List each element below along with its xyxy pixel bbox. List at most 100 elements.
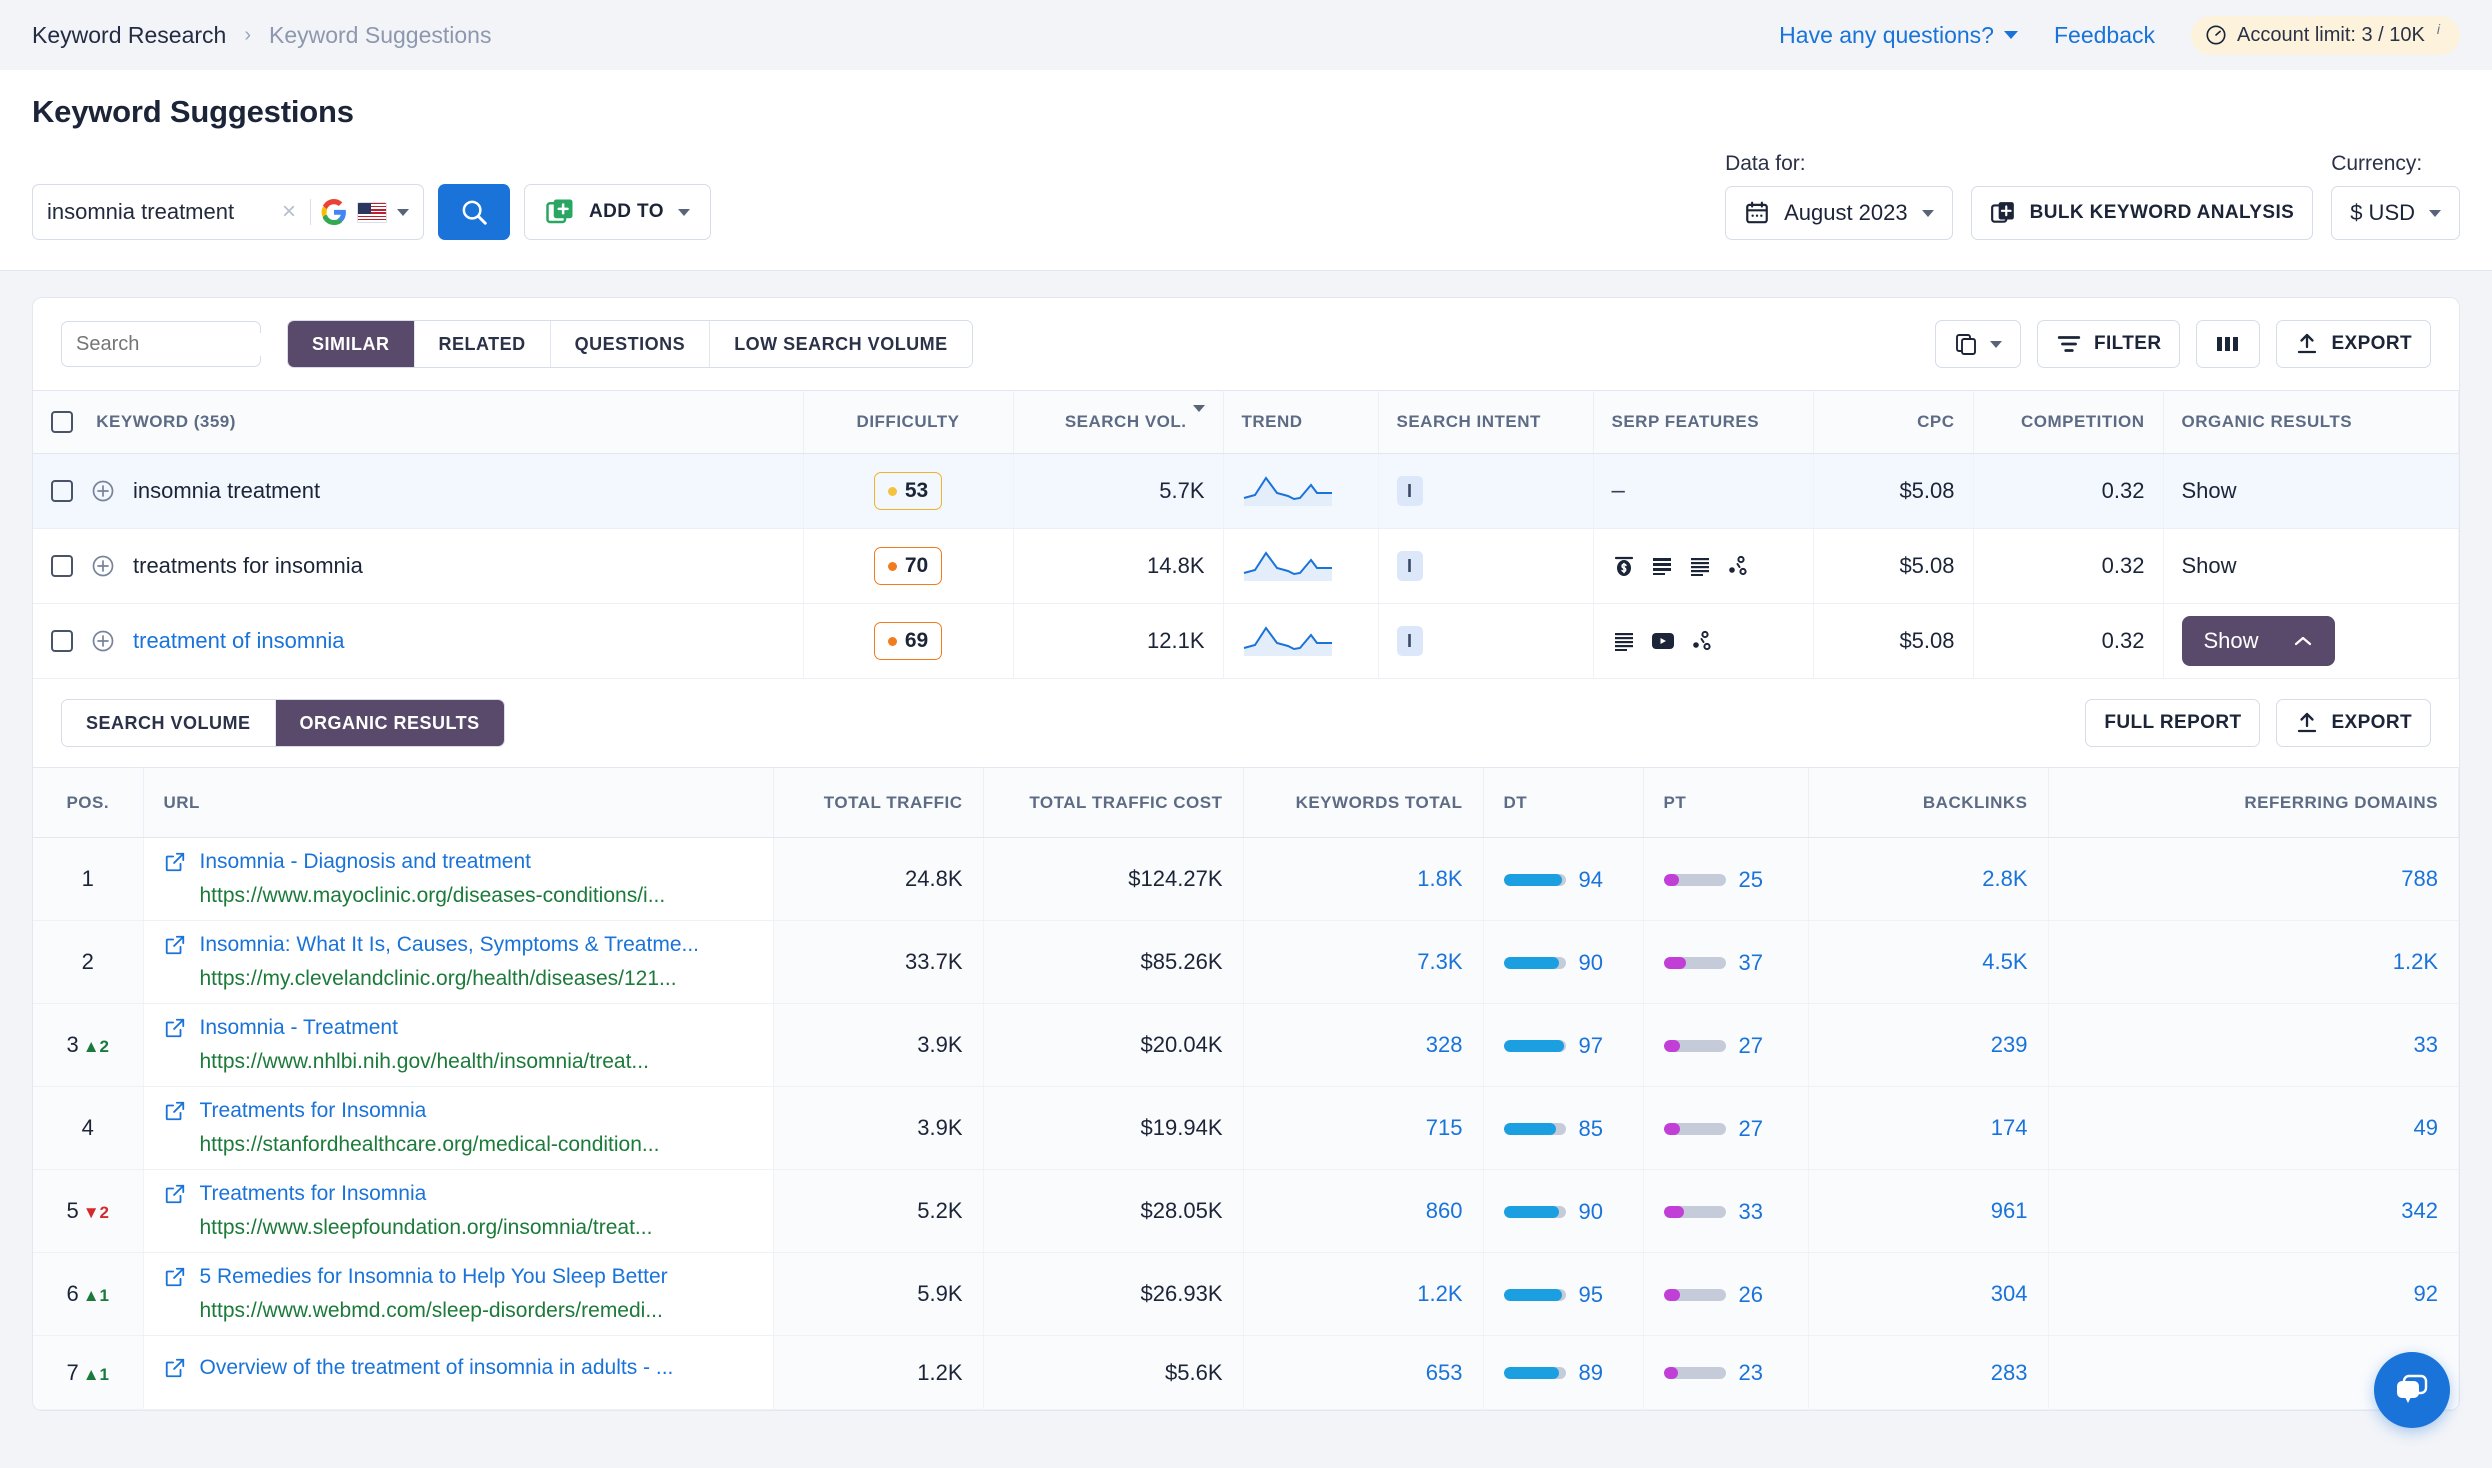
google-icon[interactable]	[321, 199, 347, 225]
referring-domains-cell[interactable]: 33	[2048, 1004, 2459, 1087]
breadcrumb-parent[interactable]: Keyword Research	[32, 22, 226, 49]
col-total-traffic-cost[interactable]: TOTAL TRAFFIC COST	[983, 768, 1243, 838]
col-total-traffic[interactable]: TOTAL TRAFFIC	[773, 768, 983, 838]
col-url[interactable]: URL	[143, 768, 773, 838]
difficulty-badge[interactable]: 53	[874, 472, 942, 510]
paragraph-icon[interactable]	[1650, 554, 1674, 578]
table-row[interactable]: 3▲2 Insomnia - Treatment https://www.nhl…	[33, 1004, 2459, 1087]
keywords-total-cell[interactable]: 1.8K	[1243, 838, 1483, 921]
col-serp-features[interactable]: SERP FEATURES	[1593, 391, 1813, 454]
result-url[interactable]: https://stanfordhealthcare.org/medical-c…	[200, 1133, 753, 1157]
add-to-button[interactable]: ADD TO	[524, 184, 711, 240]
info-icon[interactable]: i	[2437, 21, 2440, 37]
col-difficulty[interactable]: DIFFICULTY	[803, 391, 1013, 454]
hide-organic-button[interactable]: Show	[2182, 616, 2335, 666]
currency-select[interactable]: $ USD	[2331, 186, 2460, 240]
table-row[interactable]: insomnia treatment 53 5.7K I – $5.08 0.3…	[33, 454, 2459, 529]
backlinks-cell[interactable]: 304	[1808, 1253, 2048, 1336]
keywords-total-cell[interactable]: 1.2K	[1243, 1253, 1483, 1336]
referring-domains-cell[interactable]: 49	[2048, 1087, 2459, 1170]
export-button[interactable]: EXPORT	[2276, 320, 2431, 368]
referring-domains-cell[interactable]: 92	[2048, 1253, 2459, 1336]
show-organic-button[interactable]: Show	[2182, 478, 2237, 503]
trend-cell[interactable]	[1223, 529, 1378, 604]
row-checkbox[interactable]	[51, 630, 73, 652]
intent-badge[interactable]: I	[1397, 476, 1423, 506]
result-title[interactable]: Insomnia - Treatment	[164, 1016, 753, 1040]
table-row[interactable]: 7▲1 Overview of the treatment of insomni…	[33, 1336, 2459, 1410]
result-url[interactable]: https://www.nhlbi.nih.gov/health/insomni…	[200, 1050, 753, 1074]
backlinks-cell[interactable]: 174	[1808, 1087, 2048, 1170]
questions-dropdown[interactable]: Have any questions?	[1779, 22, 2018, 49]
trend-cell[interactable]	[1223, 604, 1378, 679]
table-row[interactable]: 1 Insomnia - Diagnosis and treatment htt…	[33, 838, 2459, 921]
country-flag-us-icon[interactable]	[357, 202, 387, 223]
search-button[interactable]	[438, 184, 510, 240]
row-checkbox[interactable]	[51, 555, 73, 577]
table-row[interactable]: 5▼2 Treatments for Insomnia https://www.…	[33, 1170, 2459, 1253]
col-search-vol[interactable]: SEARCH VOL.	[1013, 391, 1223, 454]
col-cpc[interactable]: CPC	[1813, 391, 1973, 454]
add-keyword-icon[interactable]	[91, 554, 115, 578]
subpanel-export-button[interactable]: EXPORT	[2276, 699, 2431, 747]
select-all-checkbox[interactable]	[51, 411, 73, 433]
trend-cell[interactable]	[1223, 454, 1378, 529]
result-title[interactable]: 5 Remedies for Insomnia to Help You Slee…	[164, 1265, 753, 1289]
col-competition[interactable]: COMPETITION	[1973, 391, 2163, 454]
tab-organic-results[interactable]: ORGANIC RESULTS	[276, 700, 504, 746]
tab-questions[interactable]: QUESTIONS	[551, 321, 711, 367]
video-icon[interactable]	[1650, 629, 1676, 653]
result-title[interactable]: Treatments for Insomnia	[164, 1182, 753, 1206]
result-url[interactable]: https://www.mayoclinic.org/diseases-cond…	[200, 884, 753, 908]
col-pt[interactable]: PT	[1643, 768, 1808, 838]
col-referring-domains[interactable]: REFERRING DOMAINS	[2048, 768, 2459, 838]
result-title[interactable]: Insomnia: What It Is, Causes, Symptoms &…	[164, 933, 753, 957]
col-backlinks[interactable]: BACKLINKS	[1808, 768, 2048, 838]
chevron-down-icon[interactable]	[397, 209, 409, 216]
result-url[interactable]: https://www.sleepfoundation.org/insomnia…	[200, 1216, 753, 1240]
result-title[interactable]: Treatments for Insomnia	[164, 1099, 753, 1123]
keywords-total-cell[interactable]: 715	[1243, 1087, 1483, 1170]
feedback-link[interactable]: Feedback	[2054, 22, 2155, 49]
filter-button[interactable]: FILTER	[2037, 320, 2180, 368]
keywords-total-cell[interactable]: 860	[1243, 1170, 1483, 1253]
table-row[interactable]: treatments for insomnia 70 14.8K I	[33, 529, 2459, 604]
full-report-button[interactable]: FULL REPORT	[2085, 699, 2260, 747]
account-limit-badge[interactable]: Account limit: 3 / 10K i	[2191, 16, 2460, 55]
table-row[interactable]: treatment of insomnia 69 12.1K I	[33, 604, 2459, 679]
col-trend[interactable]: TREND	[1223, 391, 1378, 454]
table-search-input[interactable]	[61, 321, 261, 367]
backlinks-cell[interactable]: 4.5K	[1808, 921, 2048, 1004]
result-title[interactable]: Insomnia - Diagnosis and treatment	[164, 850, 753, 874]
bulk-keyword-analysis-button[interactable]: BULK KEYWORD ANALYSIS	[1971, 186, 2314, 240]
keywords-total-cell[interactable]: 653	[1243, 1336, 1483, 1410]
backlinks-cell[interactable]: 239	[1808, 1004, 2048, 1087]
tab-related[interactable]: RELATED	[415, 321, 551, 367]
keyword-input[interactable]: insomnia treatment ×	[32, 184, 424, 240]
add-keyword-icon[interactable]	[91, 629, 115, 653]
tab-search-volume[interactable]: SEARCH VOLUME	[62, 700, 276, 746]
keywords-total-cell[interactable]: 7.3K	[1243, 921, 1483, 1004]
col-organic-results[interactable]: ORGANIC RESULTS	[2163, 391, 2459, 454]
ads-icon[interactable]	[1612, 554, 1636, 578]
result-url[interactable]: https://my.clevelandclinic.org/health/di…	[200, 967, 753, 991]
table-row[interactable]: 6▲1 5 Remedies for Insomnia to Help You …	[33, 1253, 2459, 1336]
result-url[interactable]: https://www.webmd.com/sleep-disorders/re…	[200, 1299, 753, 1323]
table-row[interactable]: 2 Insomnia: What It Is, Causes, Symptoms…	[33, 921, 2459, 1004]
col-keywords-total[interactable]: KEYWORDS TOTAL	[1243, 768, 1483, 838]
keyword-label[interactable]: treatment of insomnia	[133, 628, 345, 654]
row-checkbox[interactable]	[51, 480, 73, 502]
keywords-total-cell[interactable]: 328	[1243, 1004, 1483, 1087]
data-for-select[interactable]: August 2023	[1725, 186, 1953, 240]
tab-similar[interactable]: SIMILAR	[288, 321, 415, 367]
chat-support-button[interactable]	[2374, 1352, 2450, 1428]
list-icon[interactable]	[1612, 629, 1636, 653]
referring-domains-cell[interactable]: 1.2K	[2048, 921, 2459, 1004]
backlinks-cell[interactable]: 283	[1808, 1336, 2048, 1410]
tab-low-search-volume[interactable]: LOW SEARCH VOLUME	[710, 321, 972, 367]
add-keyword-icon[interactable]	[91, 479, 115, 503]
intent-badge[interactable]: I	[1397, 551, 1423, 581]
backlinks-cell[interactable]: 2.8K	[1808, 838, 2048, 921]
copy-dropdown-button[interactable]	[1935, 320, 2021, 368]
col-search-intent[interactable]: SEARCH INTENT	[1378, 391, 1593, 454]
